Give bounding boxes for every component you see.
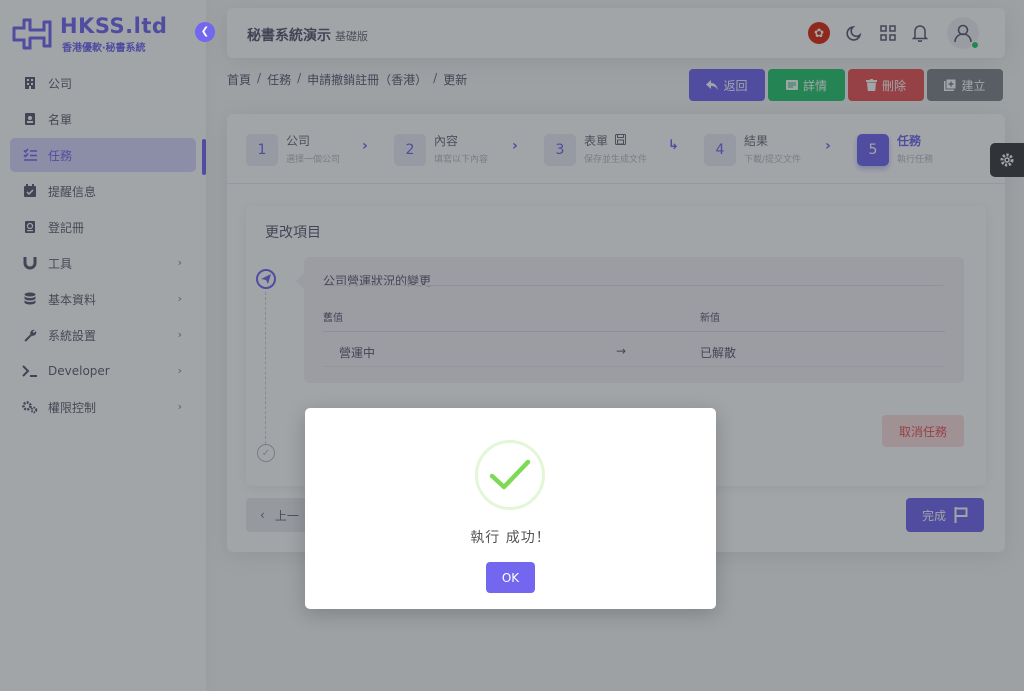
- ok-button[interactable]: OK: [486, 562, 535, 593]
- dialog-message: 執行 成功！: [470, 530, 551, 546]
- success-dialog: 執行 成功！ OK: [305, 408, 716, 609]
- success-check-icon: [475, 440, 545, 510]
- chevron-left-icon: ❮: [200, 26, 210, 37]
- sidebar-collapse-button[interactable]: ❮: [195, 22, 215, 42]
